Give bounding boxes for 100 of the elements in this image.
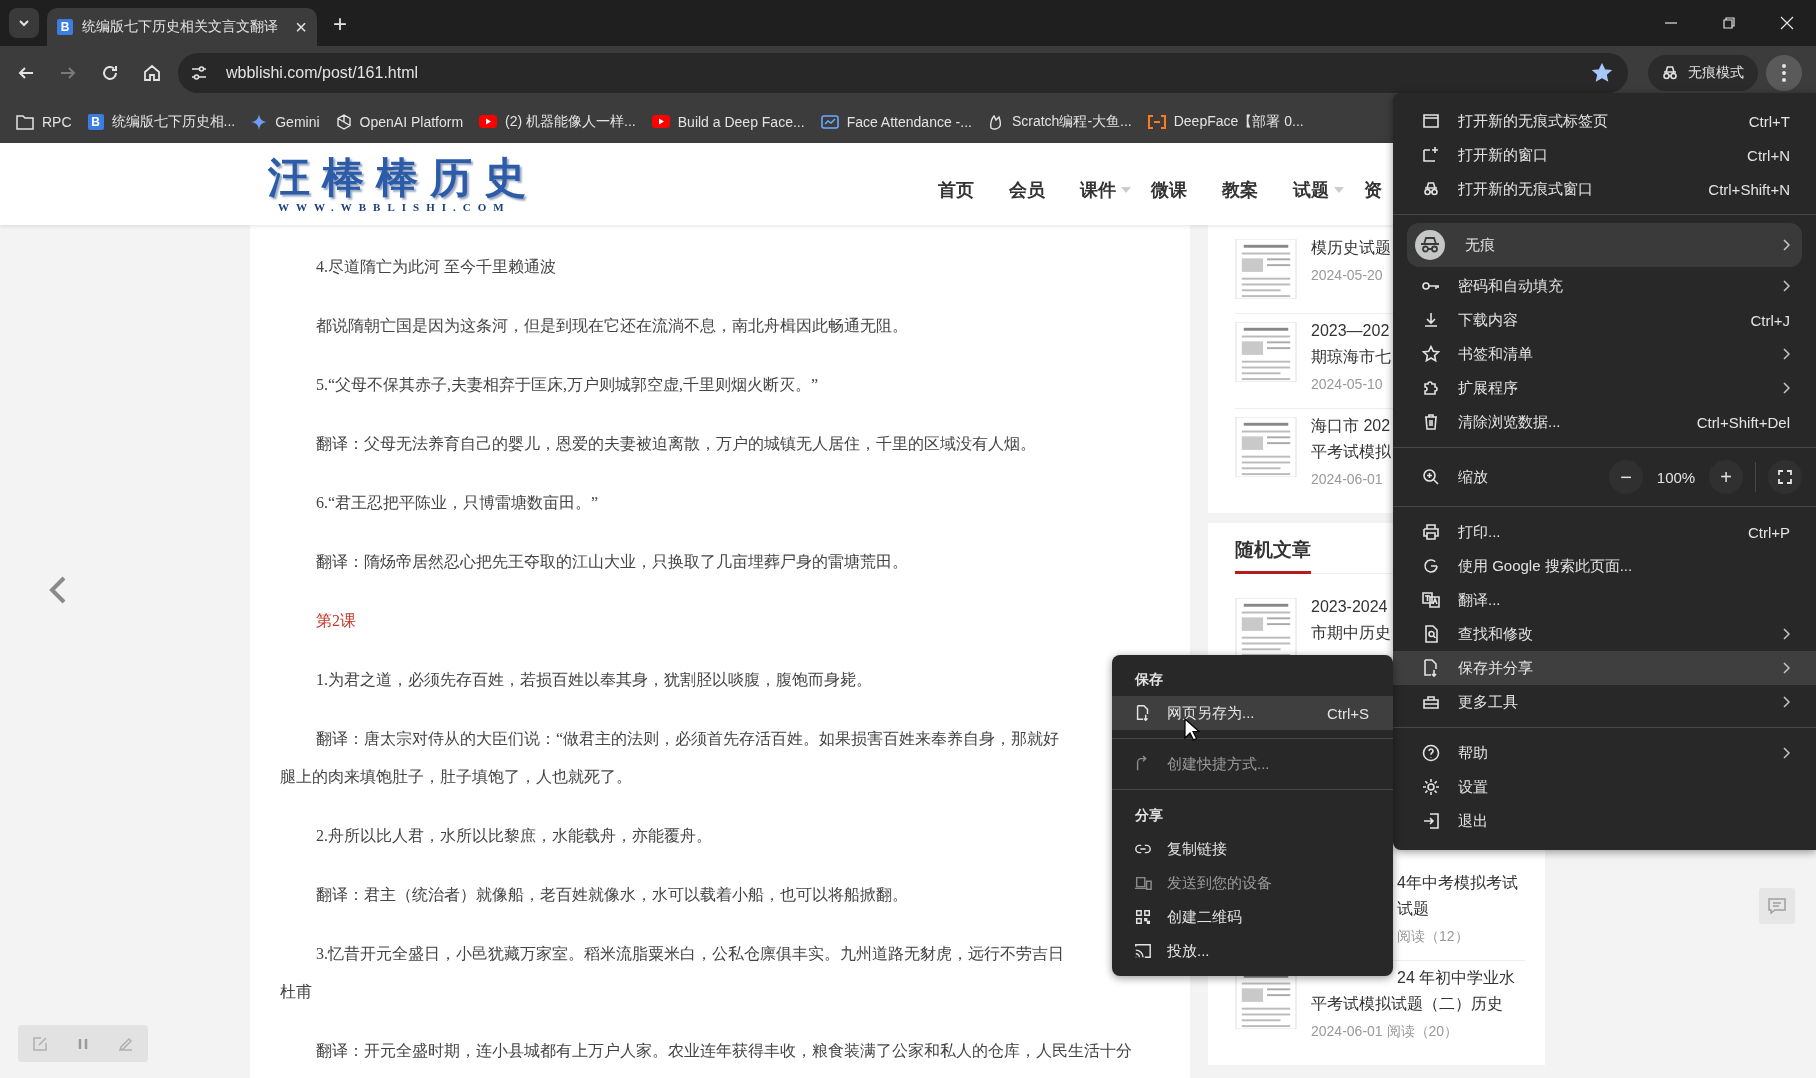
menu-item[interactable]: 打印... Ctrl+P bbox=[1393, 515, 1816, 549]
address-bar[interactable]: wbblishi.com/post/161.html bbox=[178, 53, 1628, 93]
site-info-icon[interactable] bbox=[190, 64, 208, 82]
menu-item[interactable]: 创建二维码 bbox=[1112, 900, 1393, 934]
site-url: WWW.WBBLISHI.COM bbox=[278, 201, 511, 213]
article-title[interactable]: 试题 bbox=[1397, 896, 1429, 922]
article-title[interactable]: 期琼海市七 bbox=[1311, 344, 1391, 370]
article-title[interactable]: 海口市 202 bbox=[1311, 413, 1391, 439]
folder-icon bbox=[16, 113, 34, 130]
sparkle-icon bbox=[251, 113, 268, 130]
card-title: 随机文章 bbox=[1235, 537, 1311, 574]
menu-item[interactable]: 复制链接 bbox=[1112, 832, 1393, 866]
bookmark-item[interactable]: (2) 机器能像人一样... bbox=[479, 112, 636, 131]
devices-icon bbox=[1134, 874, 1152, 892]
cast-icon bbox=[1134, 942, 1152, 960]
tab-list-button[interactable] bbox=[9, 8, 39, 38]
article-title[interactable]: 平考试模拟 bbox=[1311, 439, 1391, 465]
section-heading: 保存 bbox=[1134, 670, 1163, 689]
article-text: 1.为君之道，必须先存百姓，若损百姓以奉其身，犹割胫以啖腹，腹饱而身毙。 bbox=[315, 670, 872, 690]
chevron-right-icon bbox=[1782, 628, 1790, 640]
mouse-cursor-icon bbox=[1184, 718, 1200, 742]
reload-icon[interactable] bbox=[100, 63, 120, 83]
nav-link[interactable]: 会员 bbox=[1009, 178, 1080, 202]
menu-button[interactable] bbox=[1766, 55, 1802, 91]
tab-title: 统编版七下历史相关文言文翻译 bbox=[82, 18, 279, 36]
nav-link[interactable]: 首页 bbox=[938, 178, 1009, 202]
zoom-out-button[interactable]: − bbox=[1609, 460, 1643, 494]
bookmark-item[interactable]: B 统编版七下历史相... bbox=[87, 112, 236, 131]
article-title[interactable]: 4年中考模拟考试 bbox=[1397, 870, 1518, 896]
puzzle-icon bbox=[1421, 378, 1441, 398]
chevron-right-icon bbox=[1782, 382, 1790, 394]
browser-tab[interactable]: B 统编版七下历史相关文言文翻译 × bbox=[47, 8, 317, 46]
menu-item[interactable]: 书签和清单 bbox=[1393, 337, 1816, 371]
knot-icon bbox=[335, 113, 352, 130]
home-icon[interactable] bbox=[142, 63, 162, 83]
incognito-avatar-icon bbox=[1415, 230, 1445, 260]
chevron-right-icon bbox=[1782, 696, 1790, 708]
article-title[interactable]: 市期中历史 bbox=[1311, 620, 1391, 646]
incognito-indicator[interactable]: 无痕模式 bbox=[1648, 55, 1758, 91]
favicon: B bbox=[87, 113, 104, 130]
qr-code-icon bbox=[1134, 908, 1152, 926]
menu-item[interactable]: 设置 bbox=[1393, 770, 1816, 804]
menu-item[interactable]: 翻译... bbox=[1393, 583, 1816, 617]
bookmark-item[interactable]: Face Attendance -... bbox=[820, 113, 972, 130]
restore-icon[interactable] bbox=[1722, 16, 1736, 30]
nav-link[interactable]: 课件 bbox=[1080, 178, 1151, 202]
close-tab-button[interactable]: × bbox=[295, 15, 307, 39]
bookmark-item[interactable]: OpenAI Platform bbox=[335, 113, 464, 130]
nav-link[interactable]: 微课 bbox=[1151, 178, 1222, 202]
article-title[interactable]: 24 年初中学业水 bbox=[1311, 965, 1516, 991]
article-text: 翻译：父母无法养育自己的婴儿，恩爱的夫妻被迫离散，万户的城镇无人居住，千里的区域没有人烟。 bbox=[315, 434, 1036, 454]
menu-item[interactable]: 帮助 bbox=[1393, 736, 1816, 770]
bookmark-star-icon[interactable] bbox=[1592, 63, 1612, 83]
chevron-right-icon bbox=[1782, 662, 1790, 674]
article-title[interactable]: 平考试模拟试题（二）历史 bbox=[1311, 991, 1503, 1017]
printer-icon bbox=[1421, 522, 1441, 542]
window-icon bbox=[1421, 111, 1441, 131]
menu-item[interactable]: 清除浏览数据... Ctrl+Shift+Del bbox=[1393, 405, 1816, 439]
translate-icon bbox=[1421, 590, 1441, 610]
article-text: 杜甫 bbox=[279, 982, 312, 1002]
new-tab-button[interactable]: + bbox=[333, 10, 347, 38]
zoom-in-button[interactable]: + bbox=[1709, 460, 1743, 494]
menu-item[interactable]: 查找和修改 bbox=[1393, 617, 1816, 651]
profile-menu-item[interactable]: 无痕 bbox=[1407, 223, 1802, 267]
menu-item[interactable]: 退出 bbox=[1393, 804, 1816, 838]
article-text: 翻译：开元全盛时期，连小县城都有上万户人家。农业连年获得丰收，粮食装满了公家和私人的仓库，人民生活十分 bbox=[315, 1041, 1132, 1061]
menu-item[interactable]: 密码和自动填充 bbox=[1393, 269, 1816, 303]
menu-item[interactable]: 打开新的无痕式标签页 Ctrl+T bbox=[1393, 104, 1816, 138]
menu-item[interactable]: 投放... bbox=[1112, 934, 1393, 968]
fullscreen-icon bbox=[1778, 470, 1792, 484]
new-window-icon bbox=[1421, 145, 1441, 165]
bookmark-item[interactable]: Gemini bbox=[251, 113, 320, 130]
caret-icon bbox=[1334, 187, 1344, 193]
settings-icon bbox=[1421, 777, 1441, 797]
incognito-label: 无痕模式 bbox=[1688, 64, 1744, 82]
menu-item[interactable]: 保存并分享 bbox=[1393, 651, 1816, 685]
bookmark-item[interactable]: DeepFace【部署 0... bbox=[1147, 112, 1304, 131]
caret-icon bbox=[1121, 187, 1131, 193]
article-title[interactable]: 模历史试题 bbox=[1311, 235, 1391, 261]
menu-item[interactable]: 网页另存为... Ctrl+S bbox=[1112, 696, 1393, 730]
bookmark-item[interactable]: Build a Deep Face... bbox=[651, 113, 805, 130]
zoom-icon bbox=[1421, 467, 1441, 487]
menu-item[interactable]: 打开新的无痕式窗口 Ctrl+Shift+N bbox=[1393, 172, 1816, 206]
article-text: 都说隋朝亡国是因为这条河，但是到现在它还在流淌不息，南北舟楫因此畅通无阻。 bbox=[315, 316, 908, 336]
menu-item[interactable]: 使用 Google 搜索此页面... bbox=[1393, 549, 1816, 583]
article-text: 3.忆昔开元全盛日，小邑犹藏万家室。稻米流脂粟米白，公私仓廪俱丰实。九州道路无豺虎，远行不劳吉日 bbox=[315, 944, 1064, 964]
bookmark-item[interactable]: Scratch编程-大鱼... bbox=[987, 112, 1132, 131]
article-title[interactable]: 2023-2024 bbox=[1311, 594, 1388, 620]
menu-item[interactable]: 打开新的窗口 Ctrl+N bbox=[1393, 138, 1816, 172]
nav-link[interactable]: 教案 bbox=[1222, 178, 1293, 202]
menu-item[interactable]: 更多工具 bbox=[1393, 685, 1816, 719]
menu-item[interactable]: 扩展程序 bbox=[1393, 371, 1816, 405]
article-title[interactable]: 2023—202 bbox=[1311, 318, 1390, 344]
fullscreen-button[interactable] bbox=[1768, 460, 1802, 494]
close-icon[interactable] bbox=[1780, 16, 1794, 30]
site-logo[interactable]: 汪棒棒历史 bbox=[268, 155, 538, 201]
article-text: 6.“君王忍把平陈业，只博雷塘数亩田。” bbox=[315, 493, 599, 513]
menu-item[interactable]: 下载内容 Ctrl+J bbox=[1393, 303, 1816, 337]
nav-link[interactable]: 试题 bbox=[1293, 178, 1364, 202]
bookmark-item[interactable]: RPC bbox=[16, 113, 72, 130]
